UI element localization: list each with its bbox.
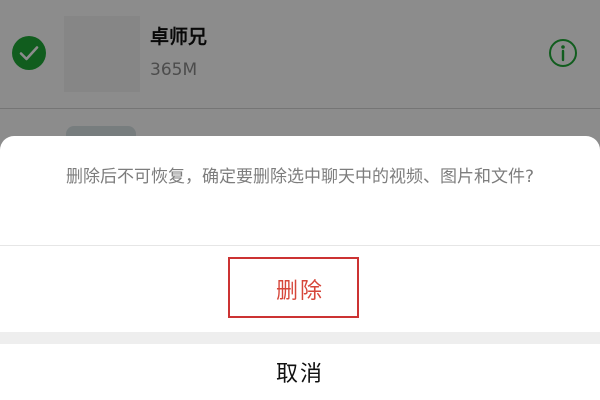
cancel-button[interactable]: 取消 [0, 344, 600, 400]
highlight-box [228, 257, 359, 318]
confirm-message: 删除后不可恢复，确定要删除选中聊天中的视频、图片和文件? [65, 167, 535, 187]
action-sheet: 删除后不可恢复，确定要删除选中聊天中的视频、图片和文件? 删除 取消 [0, 136, 600, 400]
sheet-gap [0, 332, 600, 344]
